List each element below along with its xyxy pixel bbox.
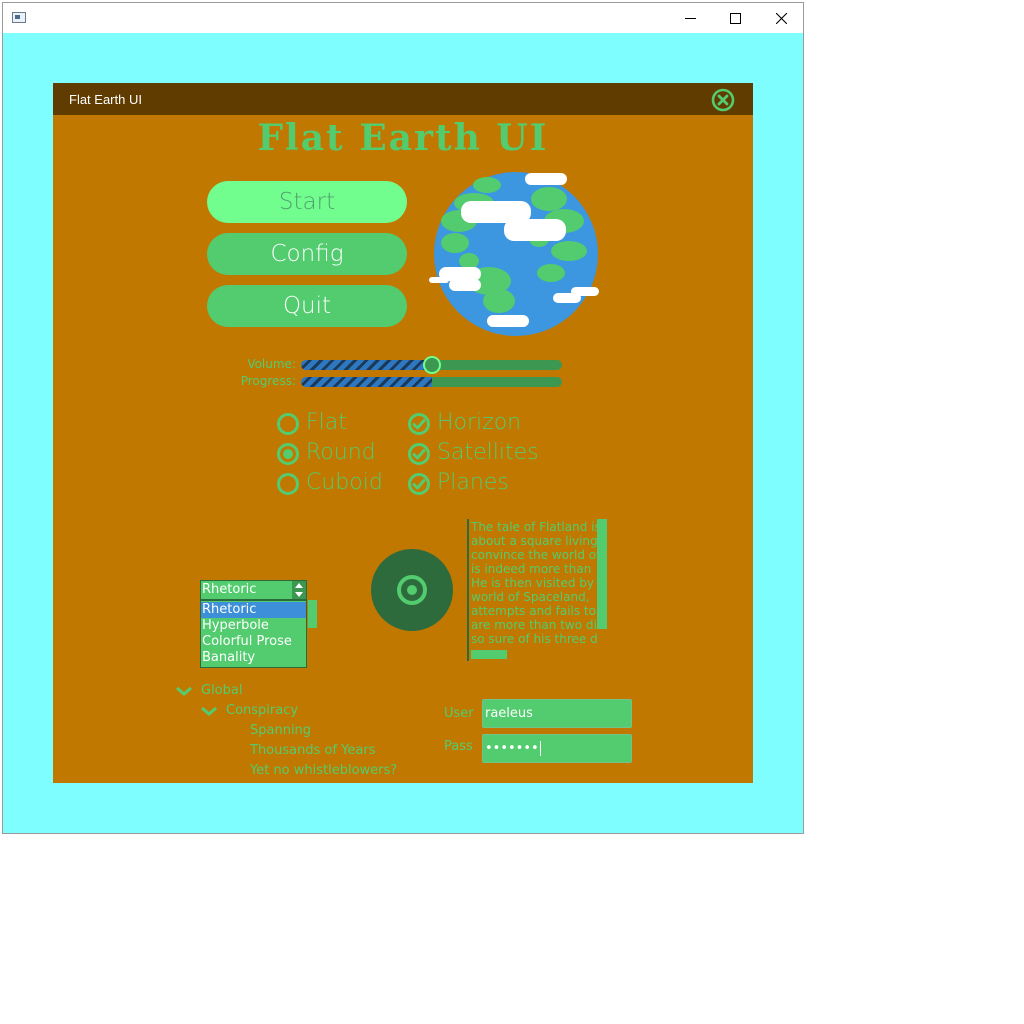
check-circle-icon <box>408 413 430 435</box>
volume-slider-knob[interactable] <box>422 356 441 374</box>
select-arrows[interactable] <box>292 581 306 599</box>
radio-selected-icon <box>277 443 299 465</box>
quit-button[interactable]: Quit <box>207 285 407 327</box>
user-label: User <box>444 706 474 721</box>
progress-label: Progress: <box>240 374 296 388</box>
select-option[interactable]: Rhetoric <box>201 602 306 618</box>
text-area-vertical-scrollbar[interactable] <box>597 519 607 629</box>
tree-label: Yet no whistleblowers? <box>250 763 398 778</box>
text-line: so sure of his three d <box>471 632 597 646</box>
radio-unselected-icon <box>277 413 299 435</box>
circle-x-icon[interactable] <box>711 88 735 112</box>
radio-label: Flat <box>306 410 347 435</box>
rhetoric-select[interactable]: Rhetoric <box>200 580 307 600</box>
radio-label: Round <box>306 440 376 465</box>
checkbox-label: Horizon <box>437 410 522 435</box>
volume-label: Volume: <box>247 357 296 371</box>
select-option[interactable]: Colorful Prose <box>201 634 306 650</box>
tree-label: Thousands of Years <box>250 743 376 758</box>
close-button[interactable] <box>758 3 804 33</box>
checkbox-label: Satellites <box>437 440 539 465</box>
maximize-icon <box>730 13 741 24</box>
dial-knob[interactable] <box>371 549 453 631</box>
text-line: He is then visited by <box>471 576 594 590</box>
check-circle-icon <box>408 443 430 465</box>
maximize-button[interactable] <box>712 3 758 33</box>
text-line: is indeed more than <box>471 562 592 576</box>
text-line: convince the world of <box>471 548 597 562</box>
password-value: ••••••• <box>485 741 539 756</box>
pass-label: Pass <box>444 739 473 754</box>
radio-label: Cuboid <box>306 470 383 495</box>
text-caret <box>539 741 541 756</box>
minimize-icon <box>685 18 696 19</box>
radio-unselected-icon <box>277 473 299 495</box>
select-value: Rhetoric <box>202 582 257 597</box>
select-option[interactable]: Hyperbole <box>201 618 306 634</box>
up-down-arrows-icon <box>295 583 303 597</box>
chevron-down-icon <box>201 706 217 716</box>
text-area-horizontal-scrollbar[interactable] <box>471 650 507 659</box>
text-line: about a square living in <box>471 534 597 548</box>
close-icon <box>776 13 787 24</box>
panel-header[interactable]: Flat Earth UI <box>53 83 753 115</box>
tree-label: Conspiracy <box>226 703 299 718</box>
select-dropdown-list: Rhetoric Hyperbole Colorful Prose Banali… <box>200 600 307 668</box>
progress-fill <box>301 377 432 387</box>
earth-globe-icon <box>429 172 599 336</box>
select-option[interactable]: Banality <box>201 650 306 666</box>
volume-fill <box>301 360 432 370</box>
text-line: are more than two di <box>471 618 597 632</box>
story-text-area[interactable]: The tale of Flatland is about a square l… <box>467 519 607 661</box>
password-input[interactable]: ••••••• <box>482 734 632 763</box>
dial-knob-icon <box>397 575 427 605</box>
text-line: attempts and fails to <box>471 604 596 618</box>
check-circle-icon <box>408 473 430 495</box>
text-line: The tale of Flatland is <box>471 520 597 534</box>
text-line: world of Spaceland, <box>471 590 590 604</box>
app-window-icon <box>12 12 26 23</box>
checkbox-label: Planes <box>437 470 509 495</box>
chevron-down-icon <box>176 686 192 696</box>
minimize-button[interactable] <box>667 3 713 33</box>
os-window: Flat Earth UI Flat Earth UI Start Config… <box>2 2 804 834</box>
start-button[interactable]: Start <box>207 181 407 223</box>
progress-bar <box>301 377 562 387</box>
panel-title: Flat Earth UI <box>69 92 142 107</box>
tree-label: Spanning <box>250 723 312 738</box>
select-scrollbar[interactable] <box>308 600 317 628</box>
text-area-content: The tale of Flatland is about a square l… <box>471 520 597 652</box>
main-panel: Flat Earth UI Flat Earth UI Start Config… <box>53 83 753 783</box>
tree-label: Global <box>201 683 243 698</box>
config-button[interactable]: Config <box>207 233 407 275</box>
os-titlebar[interactable] <box>3 3 803 33</box>
app-title: Flat Earth UI <box>257 117 549 159</box>
text-area-border <box>467 519 469 661</box>
user-input[interactable]: raeleus <box>482 699 632 728</box>
